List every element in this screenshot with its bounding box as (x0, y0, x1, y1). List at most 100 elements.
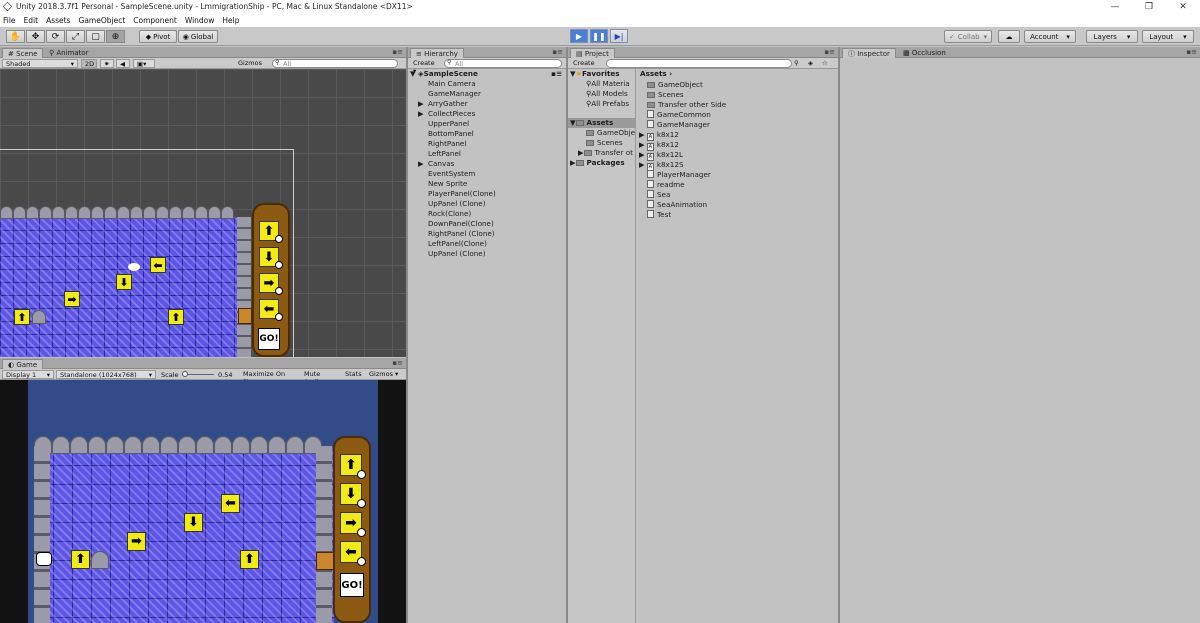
mute-audio-toggle[interactable]: Mute Audio (301, 370, 341, 386)
rect-tool-icon[interactable]: ▢ (86, 30, 105, 43)
game-gizmos-dropdown[interactable]: Gizmos ▾ (366, 370, 404, 379)
project-file-item[interactable]: ▶ Ak8x12S (639, 160, 684, 171)
hierarchy-item[interactable]: UpperPanel (418, 119, 469, 129)
assets-tree-transfer[interactable]: ▶ Transfer ot (578, 148, 633, 158)
menu-edit[interactable]: Edit (24, 16, 39, 25)
scene-viewport[interactable]: ⬅ ⬇ ➡ ⬆ ⬆ ⬆ ⬇ ➡ ⬅ GO! (0, 69, 406, 357)
hierarchy-item[interactable]: UpPanel (Clone) (418, 199, 486, 209)
menu-file[interactable]: File (3, 16, 16, 25)
audio-toggle[interactable]: ◀ (116, 59, 130, 68)
tab-game[interactable]: ◐ Game (2, 359, 44, 369)
panel-menu-icon[interactable]: ▪≡ (392, 359, 403, 367)
panel-menu-icon[interactable]: ▪≡ (392, 48, 403, 56)
hierarchy-item[interactable]: ▶ ArryGather (418, 99, 468, 109)
project-file-item[interactable]: GameObject (647, 80, 703, 90)
project-create-dropdown[interactable]: Create ▾ (570, 59, 602, 75)
step-button[interactable]: ▶| (610, 29, 628, 43)
packages-node[interactable]: ▶ Packages (570, 158, 625, 168)
scale-slider-thumb[interactable] (182, 371, 188, 377)
layout-dropdown[interactable]: Layout ▾ (1142, 30, 1194, 43)
close-button[interactable]: ✕ (1166, 0, 1200, 13)
hierarchy-item[interactable]: ▶ CollectPieces (418, 109, 475, 119)
tab-hierarchy[interactable]: ≡ Hierarchy (410, 48, 464, 58)
hierarchy-item[interactable]: EventSystem (418, 169, 475, 179)
rotate-tool-icon[interactable]: ⟳ (46, 30, 65, 43)
tab-scene[interactable]: # Scene (2, 48, 44, 58)
collab-dropdown[interactable]: ✓ Collab ▾ (944, 30, 992, 43)
panel-menu-icon[interactable]: ▪≡ (1186, 48, 1197, 56)
project-file-item[interactable]: Test (647, 210, 671, 220)
hierarchy-item[interactable]: Main Camera (418, 79, 476, 89)
label-tag-icon[interactable]: ◈ (808, 59, 813, 67)
project-file-item[interactable]: GameManager (647, 120, 710, 130)
project-file-item[interactable]: PlayerManager (647, 170, 711, 180)
2d-toggle[interactable]: 2D (81, 59, 97, 68)
project-file-item[interactable]: ▶ Ak8x12 (639, 140, 679, 151)
project-file-item[interactable]: readme (647, 180, 685, 190)
pivot-toggle[interactable]: ◆ Pivot (139, 30, 177, 43)
hierarchy-item[interactable]: DownPanel(Clone) (418, 219, 494, 229)
project-file-item[interactable]: SeaAnimation (647, 200, 707, 210)
menu-gameobject[interactable]: GameObject (79, 16, 126, 25)
project-file-item[interactable]: ▶ Ak8x12L (639, 150, 683, 161)
hierarchy-create-dropdown[interactable]: Create ▾ (410, 59, 442, 75)
hierarchy-item[interactable]: UpPanel (Clone) (418, 249, 486, 259)
hierarchy-item[interactable]: Rock(Clone) (418, 209, 471, 219)
stats-toggle[interactable]: Stats (342, 370, 364, 379)
hierarchy-item[interactable]: ▶ Canvas (418, 159, 454, 169)
hierarchy-item[interactable]: BottomPanel (418, 129, 474, 139)
project-search-input[interactable] (606, 59, 792, 68)
menu-help[interactable]: Help (222, 16, 239, 25)
hierarchy-item[interactable]: LeftPanel(Clone) (418, 239, 487, 249)
hierarchy-search-input[interactable]: All (444, 59, 562, 68)
game-go-button[interactable]: GO! (340, 573, 364, 597)
star-icon[interactable]: ☆ (822, 59, 828, 67)
filter-type-icon[interactable]: ⚲ (794, 59, 799, 67)
favorites-node[interactable]: ▼★Favorites (570, 69, 620, 79)
scene-root[interactable]: ▼ ◈SampleScene ▪≡ (410, 69, 564, 79)
hierarchy-item[interactable]: RightPanel (418, 139, 466, 149)
hierarchy-item[interactable]: New Sprite (418, 179, 467, 189)
restore-button[interactable]: ❐ (1132, 0, 1166, 13)
hierarchy-item[interactable]: LeftPanel (418, 149, 461, 159)
pause-button[interactable]: ❚❚ (590, 29, 608, 43)
project-file-item[interactable]: Sea (647, 190, 670, 200)
cloud-button[interactable]: ☁ (998, 30, 1020, 43)
project-file-item[interactable]: Transfer other Side (647, 100, 726, 110)
resolution-dropdown[interactable]: Standalone (1024x768) ▾ (56, 370, 156, 379)
gizmos-dropdown[interactable]: Gizmos ▾ (235, 59, 269, 75)
hierarchy-item[interactable]: RightPanel (Clone) (418, 229, 495, 239)
project-file-item[interactable]: Scenes (647, 90, 684, 100)
game-viewport[interactable]: ⬅ ⬇ ➡ ⬆ ⬆ ⬆ ⬇ ➡ ⬅ GO! (0, 380, 406, 623)
fav-all-materials[interactable]: ⚲All Materia (586, 79, 630, 89)
tab-animator[interactable]: ⚲ Animator (44, 48, 94, 58)
menu-window[interactable]: Window (185, 16, 215, 25)
hand-tool-icon[interactable]: ✋ (6, 30, 25, 43)
minimize-button[interactable]: — (1098, 0, 1132, 13)
tab-occlusion[interactable]: ▩ Occlusion (898, 48, 951, 58)
maximize-on-play-toggle[interactable]: Maximize On Play (240, 370, 300, 386)
scene-menu-icon[interactable]: ▪≡ (551, 69, 562, 79)
transform-tool-icon[interactable]: ⊕ (106, 30, 125, 43)
effects-dropdown[interactable]: ▣▾ (133, 59, 155, 68)
menu-component[interactable]: Component (133, 16, 177, 25)
panel-menu-icon[interactable]: ▪≡ (552, 48, 563, 56)
account-dropdown[interactable]: Account ▾ (1024, 30, 1076, 43)
tab-project[interactable]: ▤ Project (570, 48, 615, 58)
assets-tree-scenes[interactable]: Scenes (586, 138, 623, 148)
assets-tree-gameobject[interactable]: GameObje (586, 128, 635, 138)
global-toggle[interactable]: ◉ Global (178, 30, 218, 43)
fav-all-prefabs[interactable]: ⚲All Prefabs (586, 99, 629, 109)
hierarchy-item[interactable]: GameManager (418, 89, 481, 99)
display-dropdown[interactable]: Display 1 ▾ (2, 370, 54, 379)
assets-node[interactable]: ▼ Assets (568, 118, 635, 128)
menu-assets[interactable]: Assets (46, 16, 70, 25)
layers-dropdown[interactable]: Layers ▾ (1086, 30, 1138, 43)
tab-inspector[interactable]: ⓘ Inspector (842, 48, 896, 58)
play-button[interactable]: ▶ (570, 29, 588, 43)
shading-dropdown[interactable]: Shaded ▾ (2, 59, 78, 68)
lighting-toggle[interactable]: ✷ (100, 59, 114, 68)
hierarchy-item[interactable]: PlayerPanel(Clone) (418, 189, 496, 199)
breadcrumb-assets[interactable]: Assets › (640, 69, 672, 79)
scene-search-input[interactable]: All (272, 59, 398, 68)
